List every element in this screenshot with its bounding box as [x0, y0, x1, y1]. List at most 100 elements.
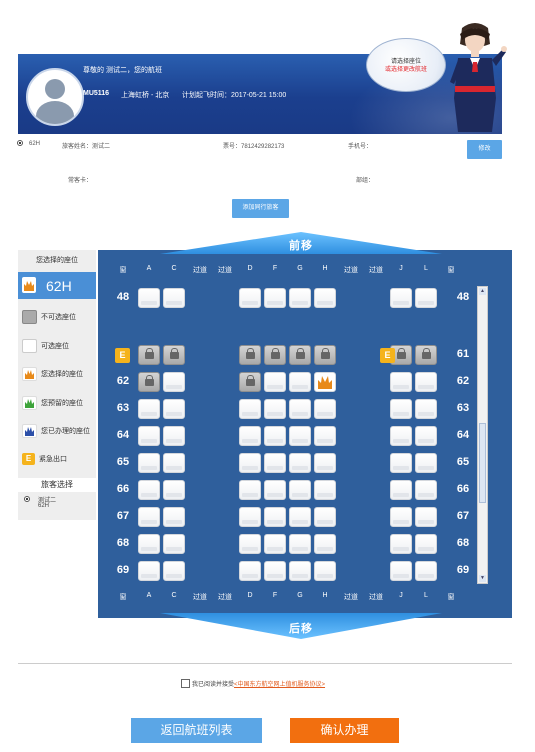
- seat-63H[interactable]: [314, 399, 336, 419]
- seat-65J[interactable]: [390, 453, 412, 473]
- seat-64C[interactable]: [163, 426, 185, 446]
- confirm-button[interactable]: 确认办理: [290, 718, 399, 743]
- seat-62L[interactable]: [415, 372, 437, 392]
- seat-65D[interactable]: [239, 453, 261, 473]
- row-number: 63: [456, 402, 470, 414]
- seat-69G[interactable]: [289, 561, 311, 581]
- seat-67C[interactable]: [163, 507, 185, 527]
- seat-64J[interactable]: [390, 426, 412, 446]
- seat-62G[interactable]: [289, 372, 311, 392]
- seat-69J[interactable]: [390, 561, 412, 581]
- seat-66D[interactable]: [239, 480, 261, 500]
- seat-65A[interactable]: [138, 453, 160, 473]
- seat-69F[interactable]: [264, 561, 286, 581]
- seat-66A[interactable]: [138, 480, 160, 500]
- column-header: 过道: [369, 594, 383, 601]
- column-header: 过道: [218, 267, 232, 274]
- seat-48H[interactable]: [314, 288, 336, 308]
- seat-64D[interactable]: [239, 426, 261, 446]
- seat-63J[interactable]: [390, 399, 412, 419]
- seat-65F[interactable]: [264, 453, 286, 473]
- seat-67F[interactable]: [264, 507, 286, 527]
- seat-61F: [264, 345, 286, 365]
- seat-66J[interactable]: [390, 480, 412, 500]
- seat-66G[interactable]: [289, 480, 311, 500]
- seat-65L[interactable]: [415, 453, 437, 473]
- seat-67J[interactable]: [390, 507, 412, 527]
- seat-66L[interactable]: [415, 480, 437, 500]
- seat-68C[interactable]: [163, 534, 185, 554]
- column-header: 过道: [193, 594, 207, 601]
- seat-64G[interactable]: [289, 426, 311, 446]
- scroll-up-icon[interactable]: ▲: [479, 288, 486, 295]
- selected-seat-icon: [22, 277, 36, 293]
- column-header: G: [297, 265, 303, 272]
- move-forward-label[interactable]: 前移: [280, 237, 322, 253]
- add-companion-button[interactable]: 添加同行旅客: [232, 199, 289, 218]
- seat-68H[interactable]: [314, 534, 336, 554]
- scroll-thumb[interactable]: [479, 423, 486, 503]
- seat-62J[interactable]: [390, 372, 412, 392]
- agreement-checkbox[interactable]: [181, 679, 190, 688]
- selected-seat-box: 62H: [18, 272, 96, 299]
- seat-62C[interactable]: [163, 372, 185, 392]
- seat-62D: [239, 372, 261, 392]
- seat-61A: [138, 345, 160, 365]
- seat-69D[interactable]: [239, 561, 261, 581]
- seat-48D[interactable]: [239, 288, 261, 308]
- seat-66H[interactable]: [314, 480, 336, 500]
- seat-68G[interactable]: [289, 534, 311, 554]
- seat-66F[interactable]: [264, 480, 286, 500]
- exit-icon: E: [115, 348, 130, 363]
- seat-48F[interactable]: [264, 288, 286, 308]
- seat-69H[interactable]: [314, 561, 336, 581]
- seat-69L[interactable]: [415, 561, 437, 581]
- seat-48G[interactable]: [289, 288, 311, 308]
- edit-button[interactable]: 修改: [467, 140, 502, 159]
- lock-icon: [321, 348, 330, 359]
- seat-63A[interactable]: [138, 399, 160, 419]
- seat-48L[interactable]: [415, 288, 437, 308]
- seat-64L[interactable]: [415, 426, 437, 446]
- passenger-option[interactable]: 测试二 62H: [18, 492, 96, 520]
- agreement-link[interactable]: <中国东方航空网上值机服务协议>: [234, 682, 325, 688]
- row-number: 65: [456, 456, 470, 468]
- seat-61G: [289, 345, 311, 365]
- passenger-option-radio[interactable]: [24, 496, 30, 502]
- seat-62H[interactable]: [314, 372, 336, 392]
- seat-64F[interactable]: [264, 426, 286, 446]
- seat-48A[interactable]: [138, 288, 160, 308]
- seat-48C[interactable]: [163, 288, 185, 308]
- seat-68L[interactable]: [415, 534, 437, 554]
- seatmap-scrollbar[interactable]: ▲ ▼: [477, 286, 488, 584]
- seat-63L[interactable]: [415, 399, 437, 419]
- seat-66C[interactable]: [163, 480, 185, 500]
- seat-67L[interactable]: [415, 507, 437, 527]
- column-header: H: [322, 592, 328, 599]
- back-to-flight-list-button[interactable]: 返回航班列表: [131, 718, 262, 743]
- seat-65H[interactable]: [314, 453, 336, 473]
- seat-63D[interactable]: [239, 399, 261, 419]
- seat-63C[interactable]: [163, 399, 185, 419]
- passenger-radio[interactable]: [17, 140, 23, 146]
- seat-68J[interactable]: [390, 534, 412, 554]
- seat-67H[interactable]: [314, 507, 336, 527]
- seat-63F[interactable]: [264, 399, 286, 419]
- seat-67G[interactable]: [289, 507, 311, 527]
- seat-64H[interactable]: [314, 426, 336, 446]
- move-back-label[interactable]: 后移: [280, 620, 322, 636]
- seat-63G[interactable]: [289, 399, 311, 419]
- seat-68A[interactable]: [138, 534, 160, 554]
- seat-69C[interactable]: [163, 561, 185, 581]
- seat-67D[interactable]: [239, 507, 261, 527]
- seat-68F[interactable]: [264, 534, 286, 554]
- seat-48J[interactable]: [390, 288, 412, 308]
- seat-62F[interactable]: [264, 372, 286, 392]
- seat-69A[interactable]: [138, 561, 160, 581]
- scroll-down-icon[interactable]: ▼: [479, 575, 486, 582]
- seat-65C[interactable]: [163, 453, 185, 473]
- seat-68D[interactable]: [239, 534, 261, 554]
- seat-65G[interactable]: [289, 453, 311, 473]
- seat-64A[interactable]: [138, 426, 160, 446]
- seat-67A[interactable]: [138, 507, 160, 527]
